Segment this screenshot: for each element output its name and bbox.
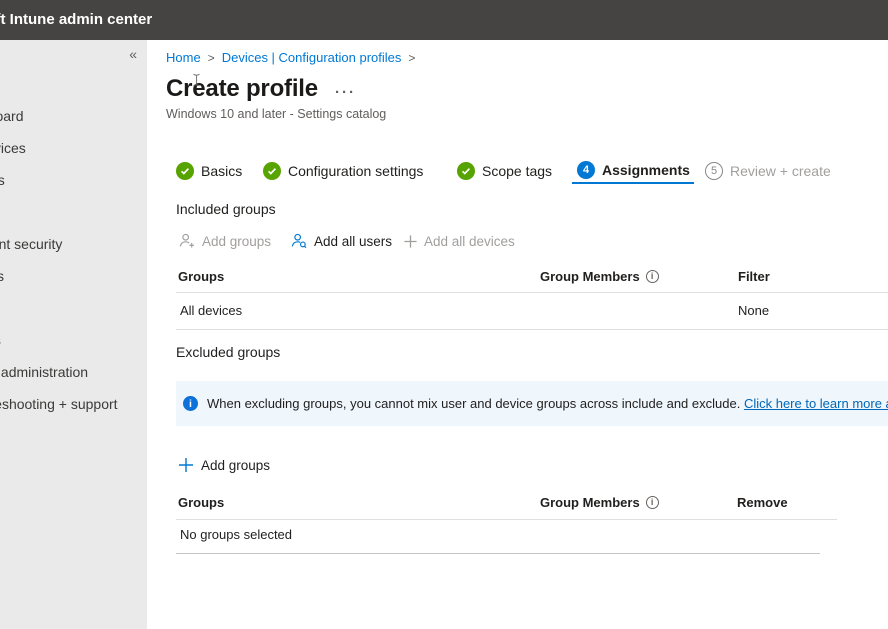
sidebar-item-troubleshooting-support[interactable]: Troubleshooting + support	[0, 395, 118, 413]
person-add-icon	[178, 232, 196, 250]
breadcrumb-separator: >	[408, 51, 415, 65]
add-all-users-label: Add all users	[314, 234, 392, 249]
breadcrumb-separator: >	[208, 51, 215, 65]
page-subtitle: Windows 10 and later - Settings catalog	[166, 107, 386, 121]
banner-learn-more-link[interactable]: Click here to learn more about excluding…	[744, 396, 888, 411]
info-banner: i When excluding groups, you cannot mix …	[176, 381, 888, 426]
step-number-badge: 4	[577, 161, 595, 179]
table-row-divider	[176, 553, 820, 554]
wizard-step-basics[interactable]: Basics	[176, 158, 242, 184]
table-header-divider	[176, 519, 837, 520]
group-members-column-header: Group Members i	[540, 269, 659, 284]
breadcrumb-link-configuration-profiles[interactable]: Devices | Configuration profiles	[222, 50, 402, 65]
groups-column-header: Groups	[178, 495, 224, 510]
context-menu-button[interactable]: ···	[335, 84, 356, 101]
step-number-badge: 5	[705, 162, 723, 180]
add-all-users-button[interactable]: Add all users	[290, 230, 392, 252]
groups-column-header: Groups	[178, 269, 224, 284]
sidebar-item-tenant-administration[interactable]: Tenant administration	[0, 363, 88, 381]
wizard-step-configuration-settings[interactable]: Configuration settings	[263, 158, 423, 184]
wizard-steps: Basics Configuration settings Scope tags…	[147, 158, 888, 186]
add-all-devices-button[interactable]: Add all devices	[403, 230, 515, 252]
step-complete-check-icon	[176, 162, 194, 180]
wizard-step-assignments[interactable]: 4 Assignments	[572, 158, 694, 184]
table-row-divider	[176, 329, 888, 330]
breadcrumb-link-home[interactable]: Home	[166, 50, 201, 65]
breadcrumb: Home > Devices | Configuration profiles >	[166, 50, 422, 65]
included-row-filter-value: None	[738, 303, 769, 318]
add-all-devices-label: Add all devices	[424, 234, 515, 249]
wizard-step-review-create[interactable]: 5 Review + create	[705, 158, 831, 184]
text-cursor-icon	[192, 73, 201, 92]
excluded-add-groups-label: Add groups	[201, 458, 270, 473]
empty-state-text: No groups selected	[180, 527, 292, 542]
intune-admin-center-window: Microsoft Intune admin center « Home Das…	[0, 0, 888, 629]
main-content: Home > Devices | Configuration profiles > C…	[147, 40, 888, 629]
excluded-groups-heading: Excluded groups	[176, 344, 280, 360]
sidebar-item-reports[interactable]: Reports	[0, 267, 4, 285]
sidebar: « Home Dashboard All services Devices Ap…	[0, 40, 147, 629]
app-title: Microsoft Intune admin center	[0, 0, 152, 40]
sidebar-item-dashboard[interactable]: Dashboard	[0, 107, 24, 125]
filter-column-header: Filter	[738, 269, 770, 284]
plus-icon	[178, 457, 194, 473]
add-groups-button[interactable]: Add groups	[178, 230, 271, 252]
banner-text: When excluding groups, you cannot mix us…	[207, 396, 888, 411]
step-label: Basics	[201, 163, 242, 179]
step-label: Review + create	[730, 163, 831, 179]
sidebar-item-devices[interactable]: Devices	[0, 171, 5, 189]
included-groups-heading: Included groups	[176, 201, 276, 217]
add-groups-label: Add groups	[202, 234, 271, 249]
table-header-divider	[176, 292, 888, 293]
step-label: Assignments	[602, 162, 690, 178]
sidebar-collapse-icon[interactable]: «	[129, 46, 137, 62]
sidebar-item-all-services[interactable]: All services	[0, 139, 26, 157]
included-row-group-name: All devices	[180, 303, 242, 318]
sidebar-item-endpoint-security[interactable]: Endpoint security	[0, 235, 62, 253]
excluded-add-groups-button[interactable]: Add groups	[178, 457, 270, 473]
person-search-icon	[290, 232, 308, 250]
wizard-step-scope-tags[interactable]: Scope tags	[457, 158, 552, 184]
info-icon[interactable]: i	[646, 270, 659, 283]
step-complete-check-icon	[457, 162, 475, 180]
remove-column-header: Remove	[737, 495, 788, 510]
group-members-column-header: Group Members i	[540, 495, 659, 510]
info-icon[interactable]: i	[646, 496, 659, 509]
page-title: Create profile	[166, 75, 318, 103]
plus-icon	[403, 234, 418, 249]
step-complete-check-icon	[263, 162, 281, 180]
step-label: Configuration settings	[288, 163, 423, 179]
sidebar-item-groups[interactable]: Groups	[0, 331, 1, 349]
top-app-bar: Microsoft Intune admin center	[0, 0, 888, 40]
step-label: Scope tags	[482, 163, 552, 179]
info-filled-icon: i	[183, 396, 198, 411]
